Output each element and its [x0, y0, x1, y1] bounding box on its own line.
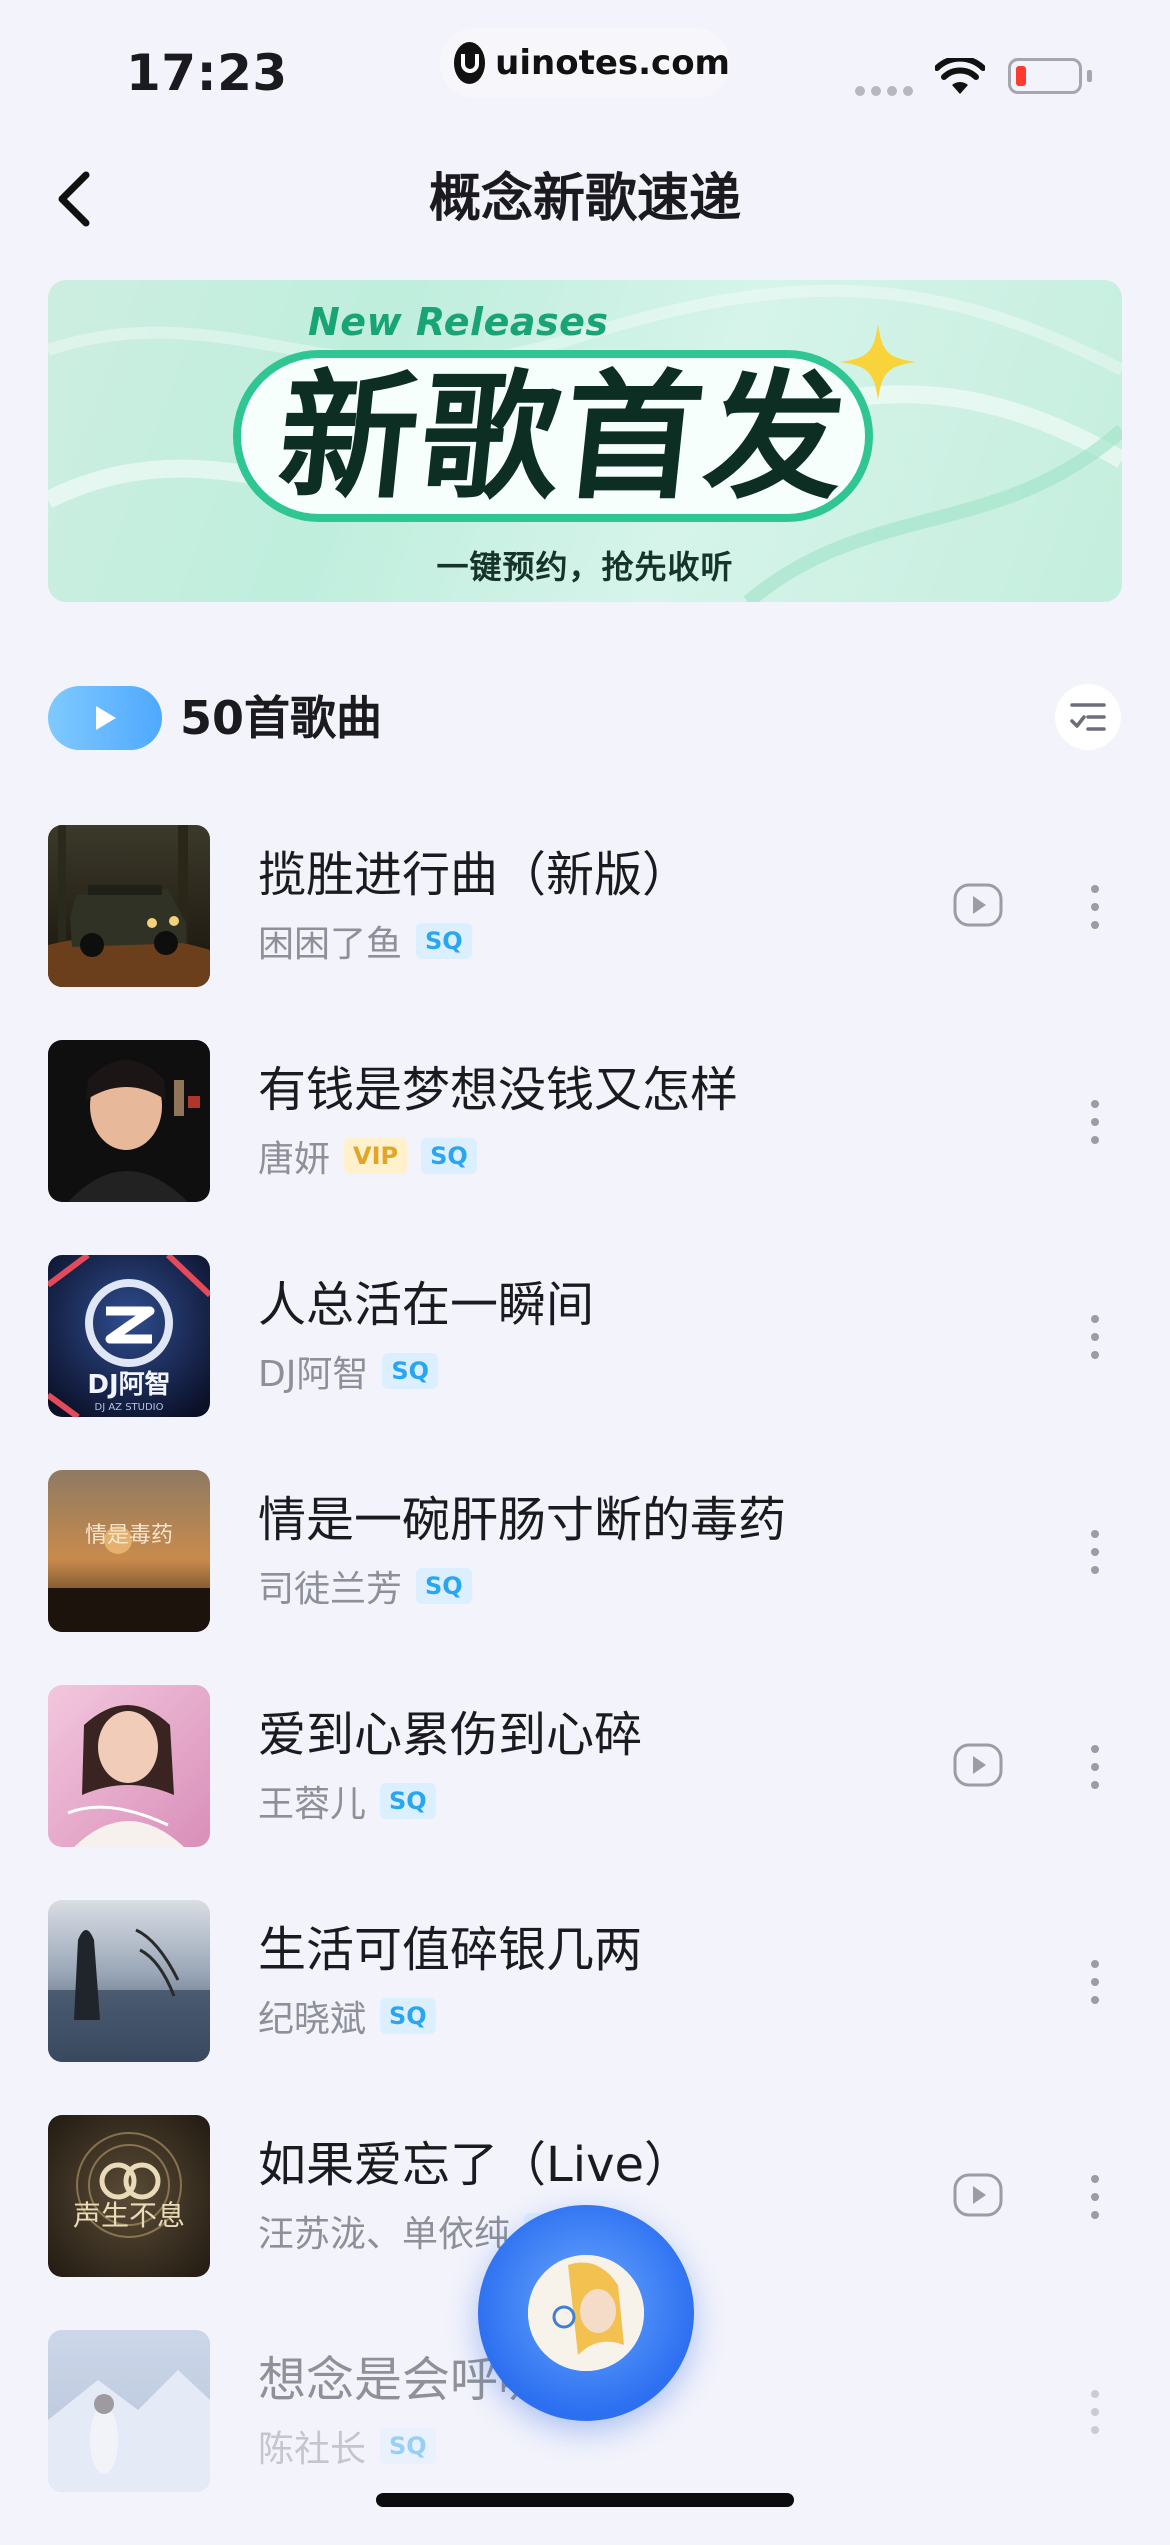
- song-meta: 司徒兰芳 SQ: [258, 1560, 472, 1612]
- more-options-button[interactable]: [1080, 1526, 1110, 1578]
- song-row[interactable]: 揽胜进行曲（新版） 困困了鱼 SQ: [0, 825, 1170, 1040]
- banner-tagline: 一键预约，抢先收听: [436, 548, 734, 586]
- album-cover: 声生不息: [48, 2115, 210, 2277]
- battery-icon: [1008, 58, 1082, 94]
- sort-button[interactable]: [1055, 684, 1121, 750]
- album-cover: 情是毒药: [48, 1470, 210, 1632]
- now-playing-cover: [528, 2255, 644, 2371]
- sq-badge: SQ: [382, 1353, 439, 1389]
- url-text: uinotes.com: [495, 43, 730, 83]
- cover-text: 声生不息: [73, 2199, 185, 2232]
- banner-title: 新歌首发: [271, 357, 857, 518]
- song-artist[interactable]: 困困了鱼: [258, 915, 402, 967]
- song-title: 揽胜进行曲（新版）: [258, 847, 691, 903]
- album-cover: [48, 825, 210, 987]
- more-options-button[interactable]: [1080, 1741, 1110, 1793]
- song-meta: DJ阿智 SQ: [258, 1345, 439, 1397]
- album-cover: [48, 1040, 210, 1202]
- chevron-left-icon: [58, 171, 90, 227]
- page-title: 概念新歌速递: [428, 169, 741, 229]
- song-title: 有钱是梦想没钱又怎样: [258, 1062, 739, 1118]
- song-artist[interactable]: 王蓉儿: [258, 1775, 366, 1827]
- song-title: 生活可值碎银几两: [258, 1922, 643, 1978]
- more-options-button[interactable]: [1080, 2171, 1110, 2223]
- sq-badge: SQ: [421, 1138, 477, 1174]
- song-artist[interactable]: 陈社长: [258, 2420, 366, 2472]
- more-options-button[interactable]: [1080, 1311, 1110, 1363]
- play-all-button[interactable]: [48, 686, 162, 750]
- song-meta: 王蓉儿 SQ: [258, 1775, 436, 1827]
- back-button[interactable]: [46, 162, 102, 236]
- song-artist[interactable]: DJ阿智: [258, 1345, 368, 1397]
- vip-badge: VIP: [344, 1138, 408, 1174]
- sq-badge: SQ: [416, 923, 472, 959]
- sort-list-icon: [1070, 703, 1106, 731]
- more-options-button[interactable]: [1080, 2386, 1110, 2438]
- song-artist[interactable]: 唐妍: [258, 1130, 330, 1182]
- song-row[interactable]: 有钱是梦想没钱又怎样 唐妍 VIP SQ: [0, 1040, 1170, 1255]
- mv-play-icon[interactable]: [953, 883, 1003, 927]
- song-artist[interactable]: 汪苏泷、单依纯: [258, 2205, 510, 2257]
- song-artist[interactable]: 司徒兰芳: [258, 1560, 402, 1612]
- album-cover: [48, 1900, 210, 2062]
- song-artist[interactable]: 纪晓斌: [258, 1990, 366, 2042]
- song-title: 人总活在一瞬间: [258, 1277, 595, 1333]
- song-meta: 陈社长 SQ: [258, 2420, 436, 2472]
- song-meta: 纪晓斌 SQ: [258, 1990, 436, 2042]
- more-options-button[interactable]: [1080, 1096, 1110, 1148]
- sq-badge: SQ: [380, 1998, 436, 2034]
- site-logo-icon: [454, 42, 486, 84]
- cover-subtext: DJ AZ STUDIO: [95, 1402, 164, 1413]
- mini-player-button[interactable]: [478, 2205, 694, 2421]
- sq-badge: SQ: [380, 1783, 436, 1819]
- play-icon: [96, 706, 116, 730]
- song-count: 50首歌曲: [180, 691, 383, 745]
- sq-badge: SQ: [380, 2428, 436, 2464]
- song-meta: 唐妍 VIP SQ: [258, 1130, 477, 1182]
- home-indicator: [376, 2493, 794, 2507]
- new-releases-banner[interactable]: New Releases 新歌首发 一键预约，抢先收听: [48, 280, 1122, 602]
- song-row[interactable]: 情是毒药 情是一碗肝肠寸断的毒药 司徒兰芳 SQ: [0, 1470, 1170, 1685]
- mv-play-icon[interactable]: [953, 1743, 1003, 1787]
- mv-play-icon[interactable]: [953, 2173, 1003, 2217]
- song-title: 情是一碗肝肠寸断的毒药: [258, 1492, 787, 1548]
- sq-badge: SQ: [416, 1568, 472, 1604]
- song-row[interactable]: 生活可值碎银几两 纪晓斌 SQ: [0, 1900, 1170, 2115]
- banner-subtitle-en: New Releases: [308, 300, 609, 344]
- battery-tip: [1087, 70, 1092, 82]
- song-row[interactable]: 爱到心累伤到心碎 王蓉儿 SQ: [0, 1685, 1170, 1900]
- sparkle-icon: [840, 324, 916, 400]
- url-pill[interactable]: uinotes.com: [440, 28, 730, 98]
- status-time: 17:23: [126, 44, 288, 102]
- wifi-icon: [935, 58, 985, 94]
- cover-text: DJ阿智: [87, 1370, 170, 1400]
- song-row[interactable]: DJ阿智 DJ AZ STUDIO 人总活在一瞬间 DJ阿智 SQ: [0, 1255, 1170, 1470]
- more-options-button[interactable]: [1080, 1956, 1110, 2008]
- album-cover: [48, 1685, 210, 1847]
- album-cover: DJ阿智 DJ AZ STUDIO: [48, 1255, 210, 1417]
- song-meta: 困困了鱼 SQ: [258, 915, 472, 967]
- more-options-button[interactable]: [1080, 881, 1110, 933]
- song-title: 如果爱忘了（Live）: [258, 2137, 693, 2193]
- song-title: 爱到心累伤到心碎: [258, 1707, 643, 1763]
- cover-text: 情是毒药: [85, 1523, 173, 1548]
- album-cover: [48, 2330, 210, 2492]
- cellular-signal-icon: [855, 86, 913, 96]
